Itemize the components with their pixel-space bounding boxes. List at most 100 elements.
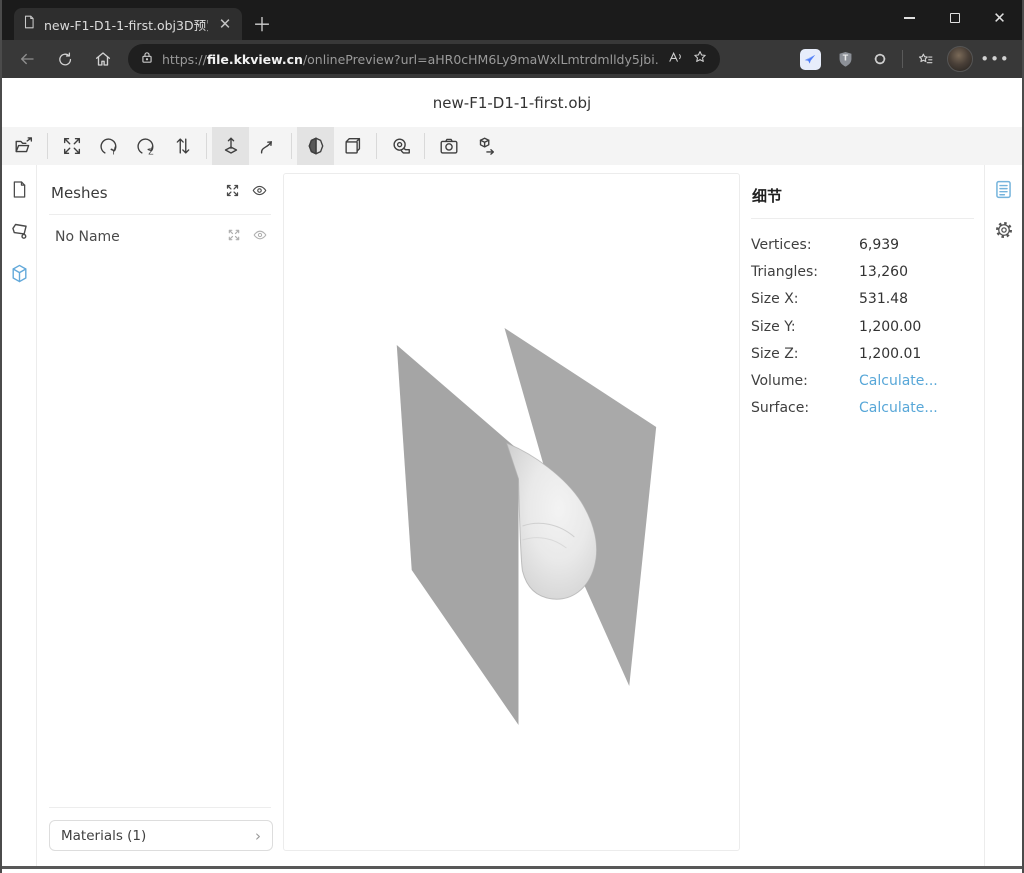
detail-value: 1,200.00	[859, 319, 921, 335]
navigation-bar: https://file.kkview.cn/onlinePreview?url…	[2, 40, 1022, 78]
address-bar[interactable]: https://file.kkview.cn/onlinePreview?url…	[128, 44, 720, 74]
toolbar-divider	[376, 133, 377, 159]
fit-all-icon[interactable]	[225, 183, 240, 202]
clip-half-icon[interactable]	[297, 127, 334, 165]
toolbar-divider	[291, 133, 292, 159]
detail-value: 13,260	[859, 264, 908, 280]
move-ground-icon[interactable]	[212, 127, 249, 165]
details-panel: 细节 Vertices: 6,939 Triangles: 13,260 Siz…	[740, 165, 984, 866]
details-panel-icon[interactable]	[993, 179, 1014, 204]
right-icon-rail	[984, 165, 1022, 866]
page-title: new-F1-D1-1-first.obj	[2, 78, 1022, 127]
toolbar-extensions-area: T •••	[793, 44, 1016, 74]
window-controls: ✕	[887, 0, 1022, 36]
bounding-box-icon[interactable]	[334, 127, 371, 165]
materials-button-label: Materials (1)	[61, 828, 255, 844]
detail-row-volume: Volume: Calculate...	[751, 367, 984, 394]
divider	[49, 807, 271, 808]
meshes-header: Meshes	[37, 165, 283, 214]
tab-strip: new-F1-D1-1-first.obj3D预览 ✕ ＋ ✕	[2, 0, 1022, 40]
detail-value: 6,939	[859, 237, 899, 253]
toolbar-divider	[206, 133, 207, 159]
tab-file-icon	[22, 14, 36, 34]
detail-label: Surface:	[751, 400, 859, 416]
extensions-icon[interactable]	[863, 44, 897, 74]
detail-row-size-z: Size Z: 1,200.01	[751, 340, 984, 367]
detail-label: Size Y:	[751, 319, 859, 335]
detail-label: Size Z:	[751, 346, 859, 362]
back-icon[interactable]	[8, 44, 46, 74]
mesh-name: No Name	[55, 229, 217, 245]
url-scheme: https://	[162, 52, 207, 67]
details-rows: Vertices: 6,939 Triangles: 13,260 Size X…	[751, 219, 984, 422]
detail-label: Size X:	[751, 291, 859, 307]
svg-text:Z: Z	[148, 147, 153, 156]
fit-mesh-icon[interactable]	[227, 227, 241, 246]
read-aloud-icon[interactable]	[667, 50, 684, 69]
calculate-surface-link[interactable]: Calculate...	[859, 400, 938, 416]
lock-icon[interactable]	[140, 50, 154, 69]
window-bottom-gap	[2, 869, 1022, 873]
materials-sheet-icon[interactable]	[9, 221, 30, 246]
detail-label: Volume:	[751, 373, 859, 389]
more-menu-icon[interactable]: •••	[978, 44, 1012, 74]
open-model-icon[interactable]	[5, 127, 42, 165]
favorite-star-icon[interactable]	[692, 49, 708, 69]
browser-window: new-F1-D1-1-first.obj3D预览 ✕ ＋ ✕	[0, 0, 1024, 873]
maximize-button[interactable]	[932, 0, 977, 36]
translate-extension-icon[interactable]	[793, 44, 827, 74]
3d-viewport[interactable]	[283, 173, 740, 851]
detail-label: Triangles:	[751, 264, 859, 280]
viewer-toolbar: Y Z	[2, 127, 1022, 165]
export-model-icon[interactable]	[467, 127, 504, 165]
main-content: Meshes No Name	[2, 165, 1022, 866]
detail-value: 1,200.01	[859, 346, 921, 362]
settings-gear-icon[interactable]	[994, 220, 1014, 244]
mesh-visibility-eye-icon[interactable]	[251, 227, 269, 246]
toolbar-divider	[424, 133, 425, 159]
meshes-panel: Meshes No Name	[37, 165, 283, 866]
panel-spacer	[37, 258, 283, 807]
screenshot-camera-icon[interactable]	[430, 127, 467, 165]
calculate-volume-link[interactable]: Calculate...	[859, 373, 938, 389]
refresh-icon[interactable]	[46, 44, 84, 74]
rotate-z-icon[interactable]: Z	[127, 127, 164, 165]
measure-tape-icon[interactable]	[382, 127, 419, 165]
3d-model-scene	[284, 174, 739, 850]
left-plane	[397, 345, 519, 725]
svg-text:Y: Y	[110, 147, 116, 156]
materials-button[interactable]: Materials (1) ›	[49, 820, 273, 851]
toolbar-divider	[902, 50, 903, 68]
new-tab-button[interactable]: ＋	[248, 9, 276, 37]
close-button[interactable]: ✕	[977, 0, 1022, 36]
left-icon-rail	[2, 165, 37, 866]
visibility-eye-icon[interactable]	[250, 183, 269, 202]
url-path: /onlinePreview?url=aHR0cHM6Ly9maWxlLmtrd…	[303, 52, 659, 67]
url-host: file.kkview.cn	[207, 52, 303, 67]
chevron-right-icon: ›	[255, 827, 261, 845]
toolbar-divider	[47, 133, 48, 159]
url-text[interactable]: https://file.kkview.cn/onlinePreview?url…	[162, 52, 659, 67]
details-title: 细节	[751, 179, 984, 218]
home-icon[interactable]	[84, 44, 122, 74]
detail-value: 531.48	[859, 291, 908, 307]
tampermonkey-extension-icon[interactable]: T	[828, 44, 862, 74]
flip-vertical-icon[interactable]	[164, 127, 201, 165]
fit-view-icon[interactable]	[53, 127, 90, 165]
detail-row-triangles: Triangles: 13,260	[751, 258, 984, 285]
active-tab[interactable]: new-F1-D1-1-first.obj3D预览 ✕	[14, 8, 242, 40]
detail-row-surface: Surface: Calculate...	[751, 395, 984, 422]
profile-avatar[interactable]	[943, 44, 977, 74]
curve-tool-icon[interactable]	[249, 127, 286, 165]
favorites-hub-icon[interactable]	[908, 44, 942, 74]
tab-close-icon[interactable]: ✕	[216, 15, 234, 33]
mesh-list-item[interactable]: No Name	[37, 215, 283, 258]
svg-text:T: T	[842, 53, 848, 62]
tab-title: new-F1-D1-1-first.obj3D预览	[44, 15, 208, 34]
preview-page: new-F1-D1-1-first.obj Y	[2, 78, 1022, 866]
rotate-y-icon[interactable]: Y	[90, 127, 127, 165]
file-info-icon[interactable]	[10, 179, 29, 204]
minimize-button[interactable]	[887, 0, 932, 36]
model-cube-icon[interactable]	[9, 263, 30, 288]
detail-row-vertices: Vertices: 6,939	[751, 231, 984, 258]
